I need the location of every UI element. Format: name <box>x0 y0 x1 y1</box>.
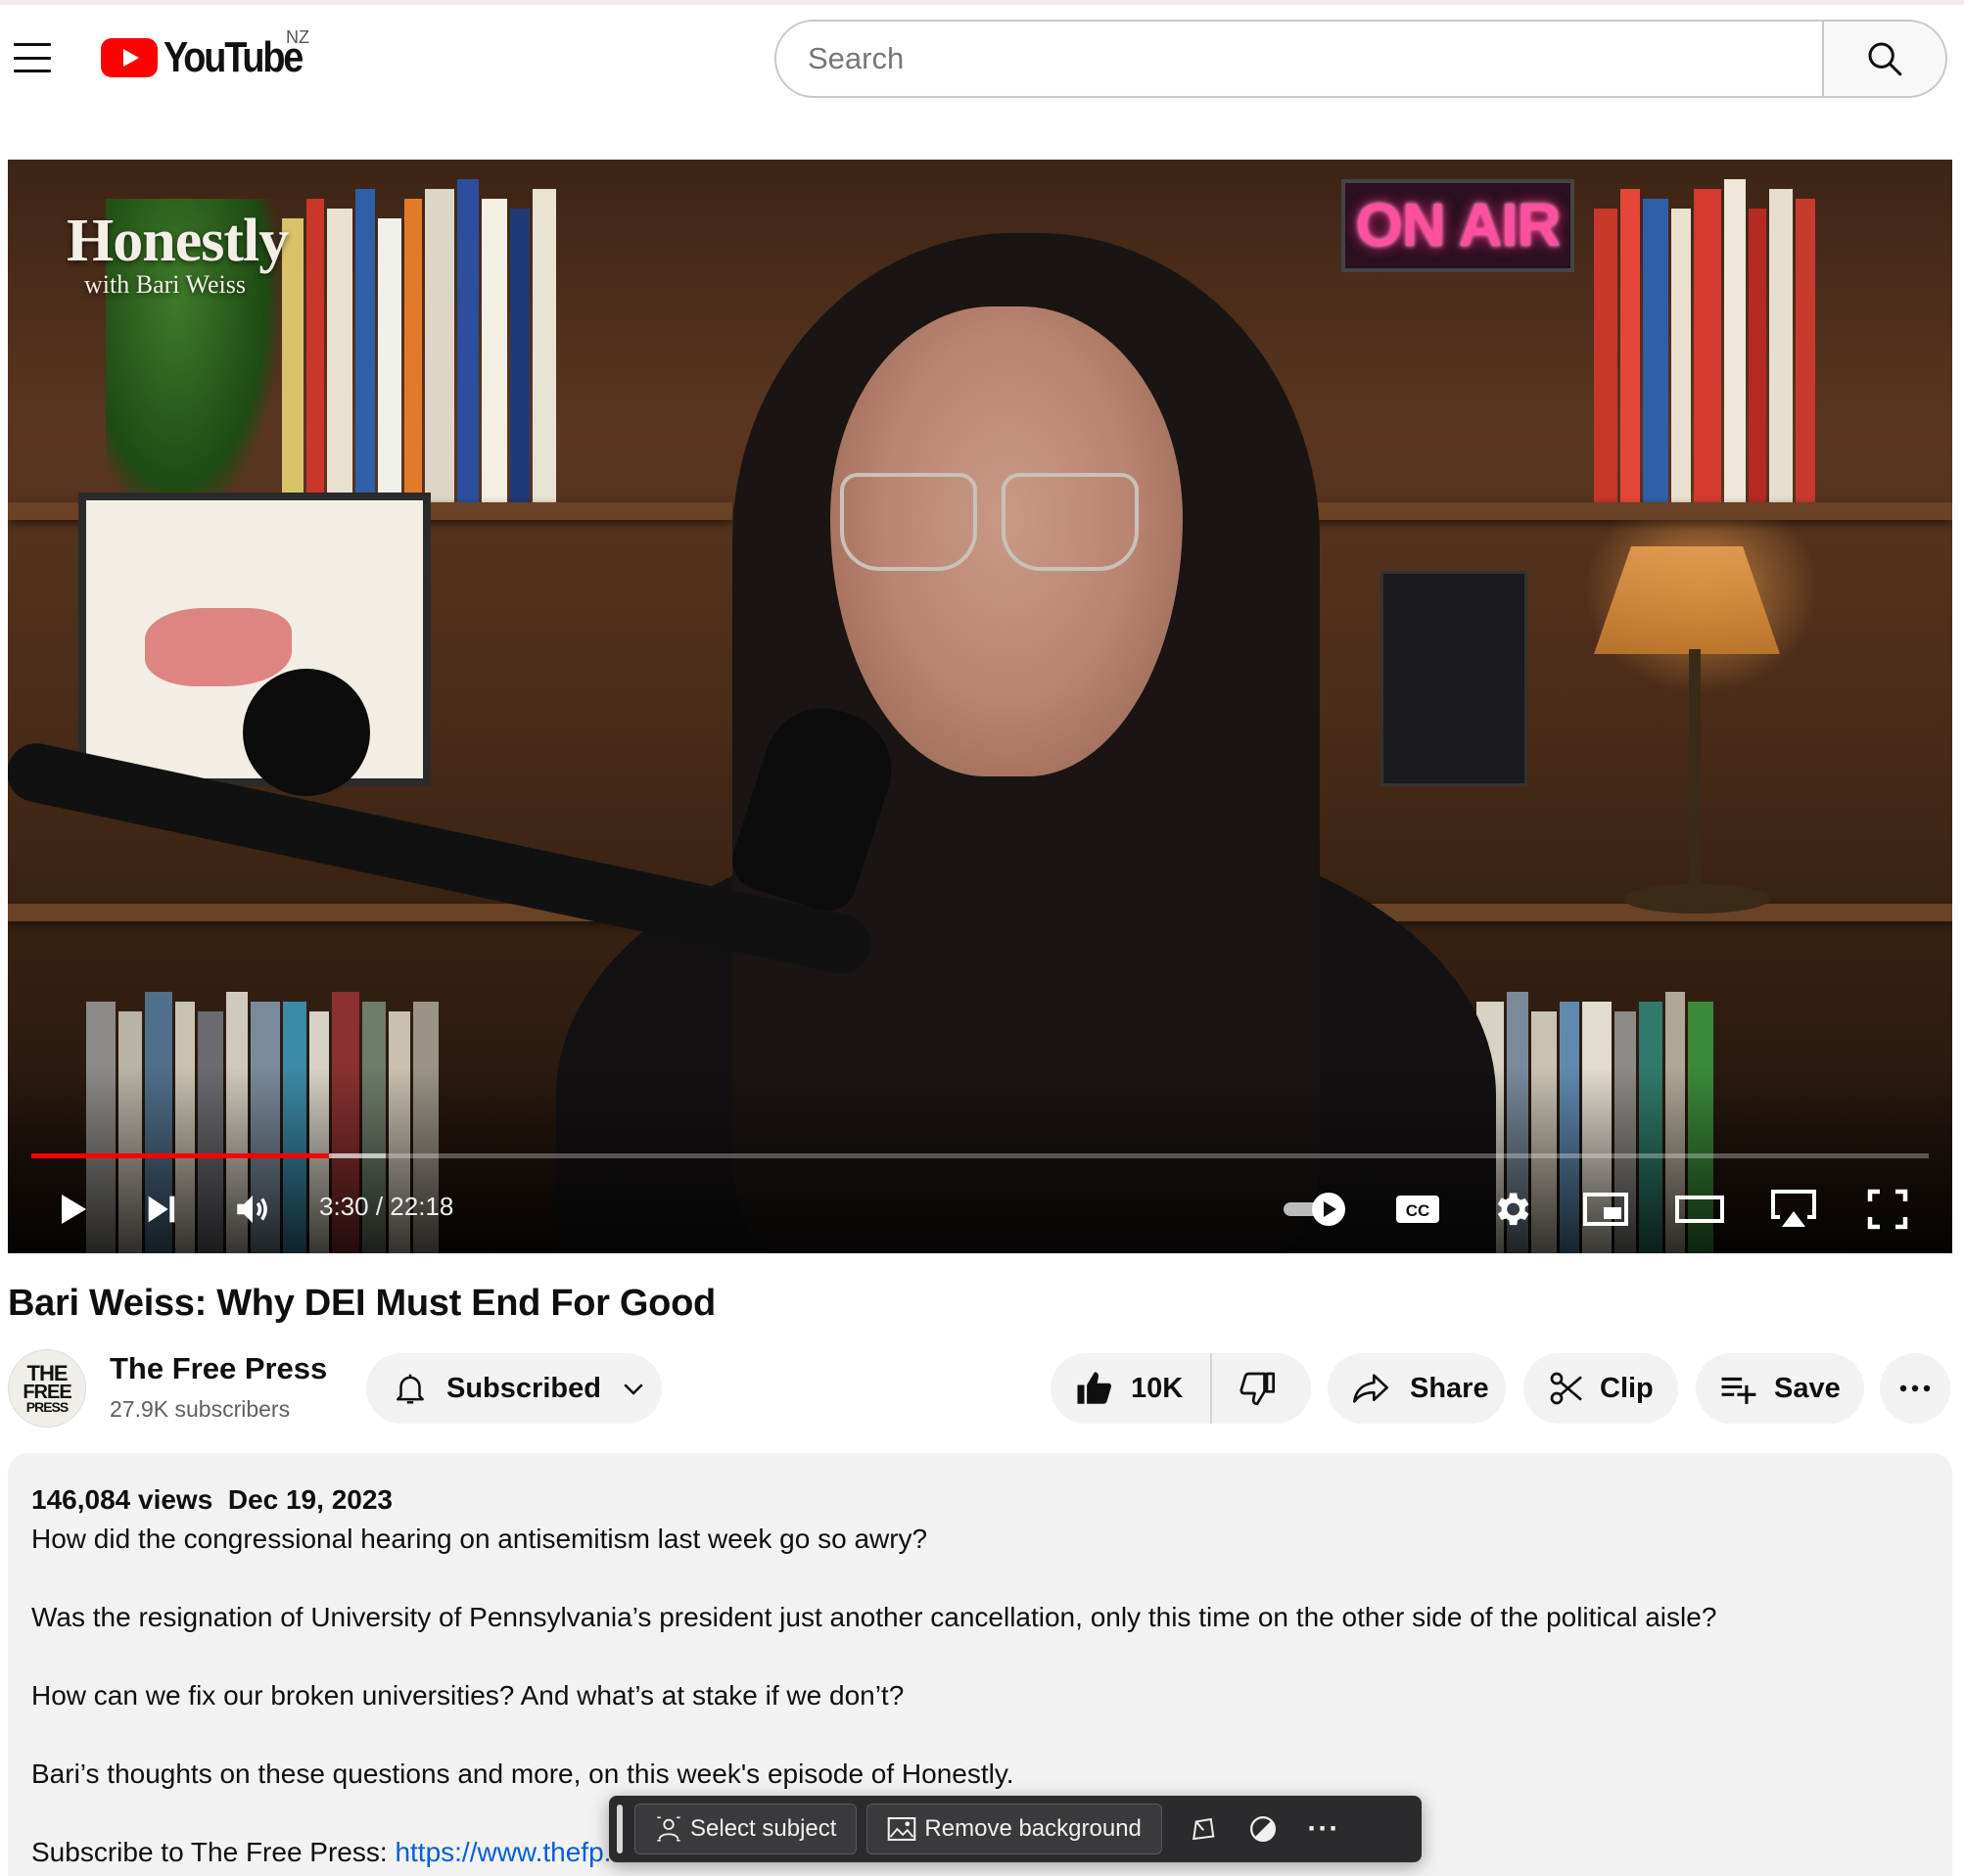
bookshelf-top-right <box>1594 169 1818 502</box>
autoplay-toggle-icon <box>1284 1193 1345 1226</box>
description-paragraph: Bari’s thoughts on these questions and m… <box>31 1759 1014 1789</box>
subscribe-prefix: Subscribe to The Free Press: <box>31 1837 396 1867</box>
presenter-glasses <box>840 473 1144 581</box>
image-icon <box>888 1817 916 1841</box>
avatar-line: FREE <box>23 1381 71 1403</box>
miniplayer-button[interactable] <box>1567 1184 1645 1235</box>
airplay-button[interactable] <box>1754 1184 1833 1235</box>
channel-name[interactable]: The Free Press <box>110 1351 327 1386</box>
search-icon <box>1868 42 1902 76</box>
search-input[interactable] <box>808 41 1822 76</box>
bell-icon <box>397 1374 424 1404</box>
description-meta: 146,084 views Dec 19, 2023 <box>31 1480 1929 1520</box>
image-edit-toolbar: Select subject Remove background ··· <box>609 1796 1422 1862</box>
like-button[interactable]: 10K <box>1074 1353 1213 1424</box>
lamp-base <box>1623 884 1770 914</box>
play-icon <box>62 1195 86 1224</box>
fullscreen-icon <box>1867 1189 1908 1230</box>
like-count: 10K <box>1131 1372 1184 1404</box>
description-paragraph: How did the congressional hearing on ant… <box>31 1524 928 1554</box>
toolbar-more-button[interactable]: ··· <box>1293 1804 1354 1854</box>
add-to-playlist-icon <box>1721 1377 1756 1404</box>
airplay-icon <box>1771 1190 1816 1227</box>
shelf <box>1281 502 1952 520</box>
play-button[interactable] <box>37 1184 106 1235</box>
select-subject-label: Select subject <box>690 1815 837 1842</box>
next-button[interactable] <box>127 1184 196 1235</box>
dislike-button[interactable] <box>1212 1353 1277 1424</box>
thumbs-down-icon <box>1239 1372 1276 1406</box>
scissors-icon <box>1550 1372 1582 1405</box>
browser-top-edge <box>0 0 1964 5</box>
description-paragraph: Was the resignation of University of Pen… <box>31 1602 1717 1632</box>
select-subject-button[interactable]: Select subject <box>634 1804 858 1854</box>
subscribe-link[interactable]: https://www.thefp. <box>395 1837 611 1867</box>
share-icon <box>1353 1374 1388 1403</box>
youtube-play-icon <box>101 38 158 77</box>
time-display: 3:30 / 22:18 <box>319 1192 454 1221</box>
person-select-icon <box>657 1816 680 1842</box>
video-player[interactable]: ON AIR Honestly with Bari Weiss 3:30 / 2… <box>8 160 1952 1253</box>
settings-button[interactable] <box>1473 1184 1551 1235</box>
bookshelf-top-left <box>282 169 559 512</box>
markup-button[interactable] <box>1172 1804 1233 1854</box>
search-box[interactable] <box>774 20 1824 98</box>
avatar-line: THE <box>26 1360 69 1385</box>
adjust-button[interactable] <box>1233 1804 1293 1854</box>
on-air-sign: ON AIR <box>1341 179 1574 272</box>
save-button[interactable]: Save <box>1696 1353 1864 1424</box>
theater-mode-button[interactable] <box>1660 1184 1739 1235</box>
channel-avatar[interactable]: THE FREE PRESS <box>8 1349 86 1428</box>
cc-icon: CC <box>1396 1196 1439 1223</box>
view-count: 146,084 views <box>31 1484 213 1515</box>
progress-bar[interactable] <box>31 1153 1929 1158</box>
markup-pen-icon <box>1192 1817 1215 1841</box>
subscribed-label: Subscribed <box>446 1372 601 1404</box>
remove-background-button[interactable]: Remove background <box>866 1804 1162 1854</box>
more-dots-icon: ··· <box>1307 1812 1340 1845</box>
avatar-line: PRESS <box>25 1398 69 1415</box>
mic-joint <box>243 669 370 796</box>
fullscreen-button[interactable] <box>1848 1184 1927 1235</box>
thumbs-up-icon <box>1077 1372 1111 1404</box>
description-paragraph: How can we fix our broken universities? … <box>31 1680 905 1711</box>
region-code: NZ <box>286 27 309 47</box>
youtube-wordmark: YouTube <box>164 33 304 81</box>
search-button[interactable] <box>1822 20 1947 98</box>
adjust-icon <box>1249 1816 1276 1842</box>
share-button[interactable]: Share <box>1328 1353 1506 1424</box>
progress-played <box>31 1153 330 1158</box>
gear-icon <box>1497 1193 1529 1226</box>
volume-button[interactable] <box>218 1184 287 1235</box>
more-horizontal-icon <box>1899 1384 1931 1392</box>
miniplayer-icon <box>1583 1193 1628 1226</box>
lamp <box>1594 546 1780 654</box>
captions-button[interactable]: CC <box>1379 1184 1457 1235</box>
on-air-text: ON AIR <box>1355 192 1562 259</box>
svg-text:CC: CC <box>1406 1201 1430 1220</box>
show-branding: Honestly with Bari Weiss <box>67 207 289 300</box>
like-dislike-group: 10K <box>1051 1353 1311 1424</box>
volume-icon <box>237 1196 267 1223</box>
save-label: Save <box>1774 1372 1841 1404</box>
subscribed-button[interactable]: Subscribed <box>366 1353 662 1424</box>
next-icon <box>148 1196 175 1223</box>
subscriber-count: 27.9K subscribers <box>110 1396 291 1422</box>
upload-date: Dec 19, 2023 <box>227 1484 393 1515</box>
autoplay-toggle[interactable] <box>1277 1184 1355 1235</box>
share-label: Share <box>1410 1372 1489 1404</box>
lamp-stem <box>1689 649 1701 894</box>
show-title: Honestly <box>67 208 289 274</box>
remove-background-label: Remove background <box>924 1815 1142 1842</box>
chevron-down-icon <box>624 1384 643 1395</box>
clip-button[interactable]: Clip <box>1523 1353 1678 1424</box>
theater-icon <box>1675 1196 1724 1223</box>
more-actions-button[interactable] <box>1880 1353 1950 1424</box>
toolbar-grip[interactable] <box>617 1805 623 1853</box>
video-title: Bari Weiss: Why DEI Must End For Good <box>8 1283 716 1324</box>
menu-icon[interactable] <box>14 43 51 72</box>
displayed-book <box>1380 571 1527 786</box>
clip-label: Clip <box>1600 1372 1654 1404</box>
